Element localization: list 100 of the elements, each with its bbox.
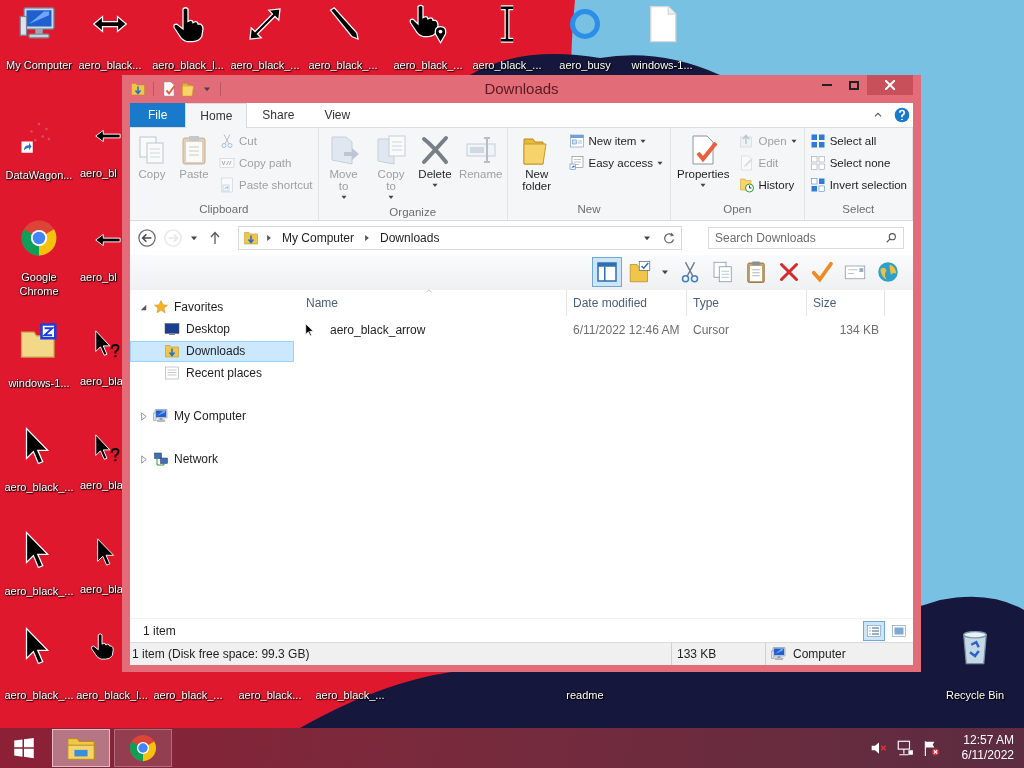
invert-selection-icon bbox=[809, 177, 826, 194]
taskbar-button[interactable] bbox=[114, 729, 172, 767]
tree-item[interactable]: Downloads bbox=[130, 340, 294, 362]
address-bar[interactable]: My Computer Downloads bbox=[238, 225, 682, 250]
copy-folder-icon bbox=[375, 133, 408, 166]
column-header[interactable]: Date modified bbox=[567, 289, 687, 316]
recent-places-icon bbox=[164, 365, 180, 381]
search-field[interactable]: Search Downloads bbox=[708, 226, 904, 249]
help-icon[interactable] bbox=[893, 105, 911, 124]
history-icon bbox=[738, 177, 755, 194]
icon-label: aero_bla bbox=[80, 478, 123, 492]
status-text: 1 item (Disk free space: 99.3 GB) bbox=[131, 647, 311, 662]
scissors-icon bbox=[219, 133, 235, 150]
group-label: New bbox=[576, 201, 602, 217]
column-header[interactable]: Name bbox=[306, 289, 567, 316]
icon-label: Recycle Bin bbox=[945, 688, 1005, 702]
select-none-icon bbox=[809, 155, 826, 172]
new-item-icon bbox=[568, 133, 585, 150]
icon-label: aero_black_l... bbox=[152, 58, 224, 72]
select-all-icon bbox=[809, 133, 826, 150]
download-folder-icon bbox=[164, 343, 180, 359]
size-cell-text: 134 KB bbox=[838, 322, 880, 337]
toolbar-button[interactable] bbox=[592, 257, 622, 288]
icon-label: Google Chrome bbox=[18, 270, 60, 298]
close-icon bbox=[885, 80, 895, 90]
collapsed-arrow-icon[interactable] bbox=[139, 411, 148, 421]
easy-access-icon bbox=[568, 155, 585, 172]
icon-label: aero_black_... bbox=[308, 58, 378, 72]
chrome-icon[interactable] bbox=[19, 218, 59, 258]
ribbon-button[interactable]: Select all bbox=[806, 130, 910, 152]
star-icon bbox=[153, 299, 169, 315]
icon-label: windows-1... bbox=[8, 376, 70, 390]
network-icon bbox=[153, 451, 169, 467]
tree-item[interactable]: Network bbox=[130, 448, 294, 470]
column-header[interactable]: Size bbox=[807, 289, 885, 316]
back-button[interactable] bbox=[136, 226, 158, 249]
properties-icon[interactable] bbox=[161, 80, 177, 97]
file-name: aero_black_arrow bbox=[330, 322, 426, 337]
icon-label: aero_black_... bbox=[153, 688, 223, 702]
hand-with-pin-icon[interactable] bbox=[408, 4, 448, 44]
monitor-icon bbox=[164, 321, 180, 337]
minimize-icon bbox=[821, 84, 832, 86]
icon-label: aero_busy bbox=[559, 58, 611, 72]
network-status-icon[interactable] bbox=[895, 739, 914, 757]
ribbon-tab[interactable]: Home bbox=[185, 102, 248, 128]
windows-logo-icon bbox=[12, 736, 36, 760]
large-icons-view-icon bbox=[891, 622, 907, 639]
ribbon-button[interactable]: Properties bbox=[673, 130, 734, 202]
expanded-arrow-icon[interactable] bbox=[139, 302, 148, 312]
shortcut-icon bbox=[219, 177, 235, 194]
icon-label: aero_black_... bbox=[4, 480, 74, 494]
maximize-icon bbox=[848, 80, 859, 90]
preview-pane-icon bbox=[595, 260, 619, 285]
ribbon-tab[interactable]: Share bbox=[247, 102, 310, 127]
icon-label: aero_black_... bbox=[4, 584, 74, 598]
item-count: 1 item bbox=[143, 623, 176, 638]
icon-label: windows-1... bbox=[631, 58, 693, 72]
status-text: Computer bbox=[793, 647, 846, 662]
download-folder-icon[interactable] bbox=[130, 80, 146, 97]
tree-item[interactable]: Recent places bbox=[130, 362, 294, 384]
folder-options-icon bbox=[628, 260, 652, 285]
icon-label: aero_bla bbox=[80, 374, 123, 388]
icon-label: readme bbox=[566, 688, 604, 702]
tree-item[interactable]: Favorites bbox=[130, 296, 294, 318]
file-menu-button[interactable]: File bbox=[130, 102, 186, 127]
icon-label: aero_black_... bbox=[230, 58, 300, 72]
clock-date: 6/11/2022 bbox=[961, 748, 1014, 763]
group-label: Clipboard bbox=[198, 201, 250, 217]
icon-label: aero_bla bbox=[80, 582, 123, 596]
status-text: 133 KB bbox=[671, 643, 765, 665]
ribbon-button[interactable]: Delete bbox=[415, 130, 455, 205]
breadcrumb[interactable]: My Computer bbox=[279, 228, 358, 247]
tree-item[interactable]: Desktop bbox=[130, 318, 294, 340]
breadcrumb[interactable]: Downloads bbox=[377, 228, 443, 247]
ribbon-button[interactable]: Easy access bbox=[565, 152, 669, 174]
icon-label: aero_bl bbox=[80, 166, 117, 180]
file-row[interactable]: aero_black_arrow 6/11/2022 12:46 AM Cursor 134 KB bbox=[294, 318, 913, 341]
globe-icon bbox=[876, 260, 900, 285]
computer-icon bbox=[153, 408, 169, 424]
view-button[interactable] bbox=[863, 620, 885, 641]
ribbon-button[interactable]: New folder bbox=[509, 130, 564, 202]
ribbon-button[interactable]: New item bbox=[565, 130, 669, 152]
column-header[interactable]: Type bbox=[687, 289, 807, 316]
tree-item[interactable]: My Computer bbox=[130, 405, 294, 427]
group-label: Open bbox=[722, 201, 753, 217]
group-label: Select bbox=[841, 201, 876, 217]
icon-label: aero_black_l... bbox=[76, 688, 148, 702]
icon-label: aero_black... bbox=[238, 688, 302, 702]
ribbon-tab[interactable]: View bbox=[309, 102, 366, 127]
ribbon-button[interactable]: Select none bbox=[806, 152, 910, 174]
download-folder-icon bbox=[243, 229, 259, 246]
clock-time: 12:57 AM bbox=[963, 733, 1014, 748]
icon-label: aero_black_... bbox=[393, 58, 463, 72]
collapsed-arrow-icon[interactable] bbox=[139, 454, 148, 464]
close-button[interactable] bbox=[867, 75, 913, 95]
icon-label: aero_black_... bbox=[4, 688, 74, 702]
ribbon-button[interactable]: History bbox=[735, 174, 802, 196]
search-icon[interactable] bbox=[884, 230, 898, 245]
ribbon-button[interactable]: Invert selection bbox=[806, 174, 910, 196]
icon-label: aero_black... bbox=[78, 58, 142, 72]
